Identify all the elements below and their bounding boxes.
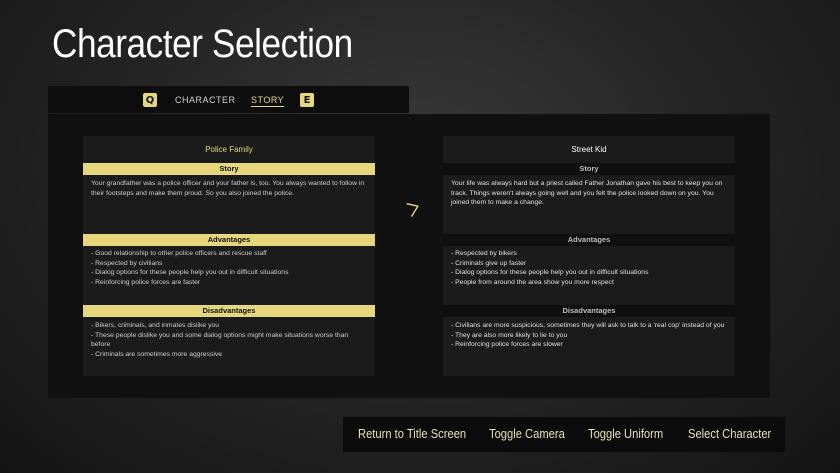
advantages-header: Advantages [83, 234, 375, 246]
select-character-button[interactable]: Select Character [688, 426, 771, 441]
disadvantages-list: - Civilians are more suspicious, sometim… [451, 321, 729, 350]
disadvantages-header: Disadvantages [443, 305, 735, 317]
list-item: - Dialog options for these people help y… [91, 269, 289, 277]
advantages-header: Advantages [443, 234, 735, 246]
tab-character[interactable]: CHARACTER [175, 95, 236, 105]
story-text: Your grandfather was a police officer an… [91, 180, 365, 197]
card-title: Police Family [205, 145, 253, 154]
list-item: - These people dislike you and some dial… [91, 331, 349, 349]
list-item: - Respected by bikers [451, 250, 517, 257]
mouse-cursor-icon [406, 203, 419, 217]
card-title: Street Kid [571, 145, 607, 154]
disadvantages-header: Disadvantages [83, 305, 375, 317]
toggle-camera-button[interactable]: Toggle Camera [489, 426, 565, 441]
list-item: - They are also more likely to lie to yo… [451, 331, 568, 339]
advantages-list: - Good relationship to other police offi… [91, 249, 369, 287]
list-item: - People from around the area show you m… [451, 278, 614, 286]
list-item: - Criminals are sometimes more aggressiv… [91, 350, 223, 358]
list-item: - Civilians are more suspicious, sometim… [451, 322, 725, 329]
toggle-uniform-button[interactable]: Toggle Uniform [588, 426, 663, 441]
page-title: Character Selection [52, 22, 353, 66]
list-item: - Reinforcing police forces are slower [451, 341, 563, 349]
list-item: - Reinforcing police forces are faster [91, 278, 201, 286]
story-header: Story [83, 163, 375, 175]
list-item: - Dialog options for these people help y… [451, 269, 649, 277]
prev-tab-key[interactable]: Q [143, 93, 157, 107]
list-item: - Good relationship to other police offi… [91, 250, 267, 257]
story-header: Story [443, 163, 735, 175]
character-card-street-kid[interactable]: Street Kid Story Your life was always ha… [443, 136, 735, 376]
story-text: Your life was always hard but a priest c… [451, 180, 723, 207]
list-item: - Criminals give up faster [451, 259, 527, 267]
list-item: - Bikers, criminals, and inmates dislike… [91, 322, 220, 329]
return-to-title-button[interactable]: Return to Title Screen [358, 426, 466, 441]
character-card-police-family[interactable]: Police Family Story Your grandfather was… [83, 136, 375, 376]
next-tab-key[interactable]: E [300, 93, 314, 107]
tab-story[interactable]: STORY [251, 95, 285, 107]
advantages-list: - Respected by bikers - Criminals give u… [451, 249, 729, 287]
tab-bar: Q CHARACTER STORY E [48, 86, 409, 113]
list-item: - Respected by civilians [91, 259, 163, 267]
disadvantages-list: - Bikers, criminals, and inmates dislike… [91, 321, 369, 359]
